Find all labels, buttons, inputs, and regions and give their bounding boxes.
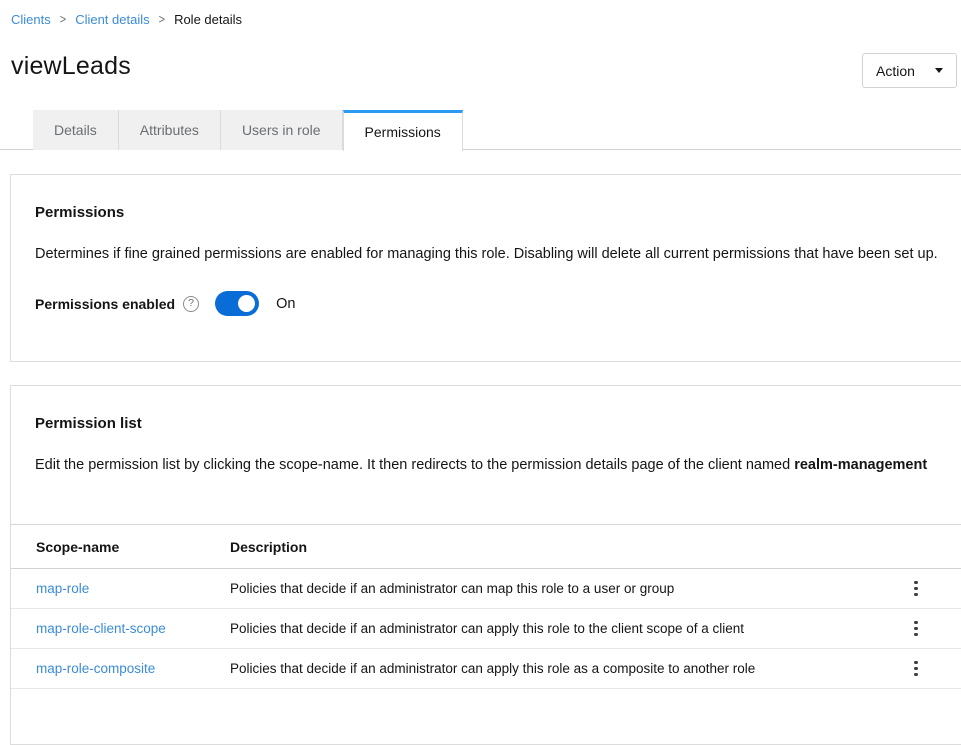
permission-list-description: Edit the permission list by clicking the… [35,454,938,477]
permission-list-description-text: Edit the permission list by clicking the… [35,457,794,473]
kebab-icon [914,661,918,665]
client-name-text: realm-management [794,457,927,473]
scope-link-map-role[interactable]: map-role [36,581,89,596]
permission-table: Scope-name Description map-role Policies… [11,524,961,689]
tab-users-in-role-label: Users in role [242,122,321,138]
kebab-icon [914,587,918,591]
breadcrumb-separator-icon: > [60,13,66,27]
tab-permissions[interactable]: Permissions [343,110,463,151]
breadcrumb-link-clients[interactable]: Clients [11,12,51,27]
breadcrumb-current-role-details: Role details [174,12,242,27]
permissions-card: Permissions Determines if fine grained p… [10,174,961,362]
kebab-icon [914,627,918,631]
table-row: map-role Policies that decide if an admi… [11,569,961,609]
tab-attributes-label: Attributes [140,122,199,138]
caret-down-icon [935,68,943,73]
permission-list-card: Permission list Edit the permission list… [10,385,961,745]
page-title: viewLeads [11,52,131,81]
toggle-state-text: On [276,296,295,312]
tab-details-label: Details [54,122,97,138]
column-header-scope-name: Scope-name [11,539,230,555]
table-row: map-role-client-scope Policies that deci… [11,609,961,649]
permissions-card-title: Permissions [35,204,938,221]
permissions-enabled-toggle[interactable] [215,291,259,316]
action-dropdown-button[interactable]: Action [862,53,957,88]
permissions-enabled-row: Permissions enabled ? On [35,291,938,316]
kebab-menu-button[interactable] [906,617,926,641]
permission-list-title: Permission list [35,415,938,432]
kebab-icon [914,621,918,625]
permissions-card-description: Determines if fine grained permissions a… [35,243,938,266]
tab-users-in-role[interactable]: Users in role [221,110,343,150]
row-description: Policies that decide if an administrator… [230,581,870,596]
table-row: map-role-composite Policies that decide … [11,649,961,689]
kebab-icon [914,667,918,671]
tab-attributes[interactable]: Attributes [119,110,221,150]
toggle-knob [238,295,255,312]
row-description: Policies that decide if an administrator… [230,621,870,636]
row-description: Policies that decide if an administrator… [230,661,870,676]
breadcrumb: Clients > Client details > Role details [11,12,242,27]
scope-link-map-role-client-scope[interactable]: map-role-client-scope [36,621,166,636]
kebab-icon [914,633,918,637]
permissions-enabled-label: Permissions enabled [35,296,175,312]
tab-details[interactable]: Details [33,110,119,150]
action-dropdown-label: Action [876,63,915,79]
tab-bar: Details Attributes Users in role Permiss… [0,110,961,150]
tab-permissions-label: Permissions [365,124,441,140]
kebab-icon [914,581,918,585]
kebab-icon [914,593,918,597]
breadcrumb-separator-icon: > [159,13,165,27]
kebab-menu-button[interactable] [906,657,926,681]
table-header-row: Scope-name Description [11,524,961,569]
breadcrumb-link-client-details[interactable]: Client details [75,12,149,27]
column-header-description: Description [230,539,870,555]
help-icon[interactable]: ? [183,296,199,312]
kebab-menu-button[interactable] [906,577,926,601]
scope-link-map-role-composite[interactable]: map-role-composite [36,661,155,676]
